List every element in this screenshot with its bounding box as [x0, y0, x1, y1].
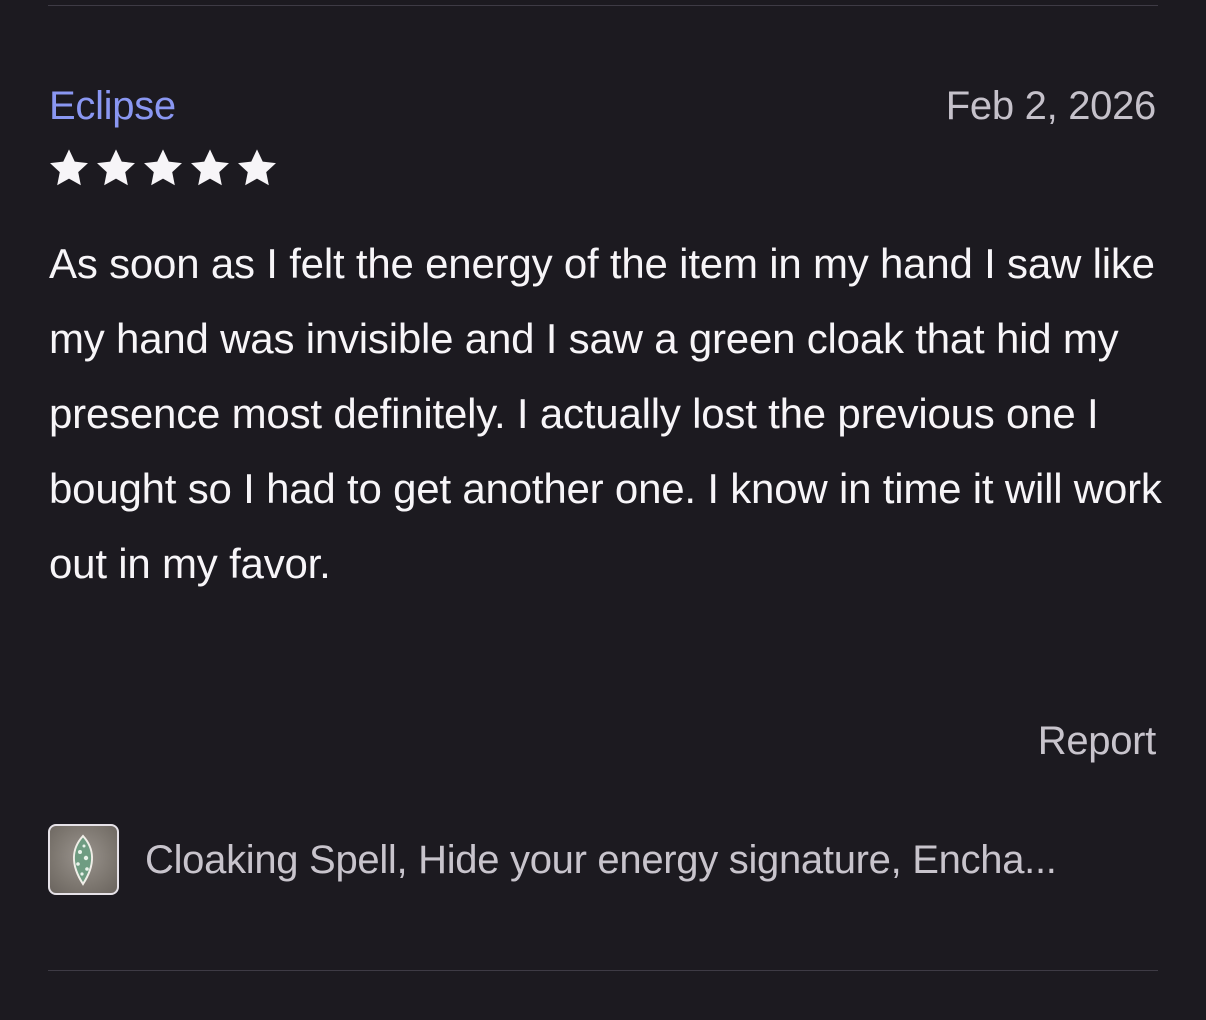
star-icon — [48, 148, 90, 188]
review-date: Feb 2, 2026 — [945, 84, 1157, 128]
star-icon — [142, 148, 184, 188]
top-divider — [48, 5, 1158, 6]
star-icon — [236, 148, 278, 188]
product-title[interactable]: Cloaking Spell, Hide your energy signatu… — [145, 837, 1057, 883]
star-icon — [189, 148, 231, 188]
product-thumbnail[interactable] — [48, 824, 119, 895]
report-button[interactable]: Report — [1038, 718, 1157, 764]
reviewer-name[interactable]: Eclipse — [49, 84, 176, 128]
star-icon — [95, 148, 137, 188]
bottom-divider — [48, 970, 1158, 971]
star-rating — [48, 148, 278, 188]
review-body: As soon as I felt the energy of the item… — [49, 240, 1162, 587]
product-link[interactable]: Cloaking Spell, Hide your energy signatu… — [48, 824, 1057, 895]
